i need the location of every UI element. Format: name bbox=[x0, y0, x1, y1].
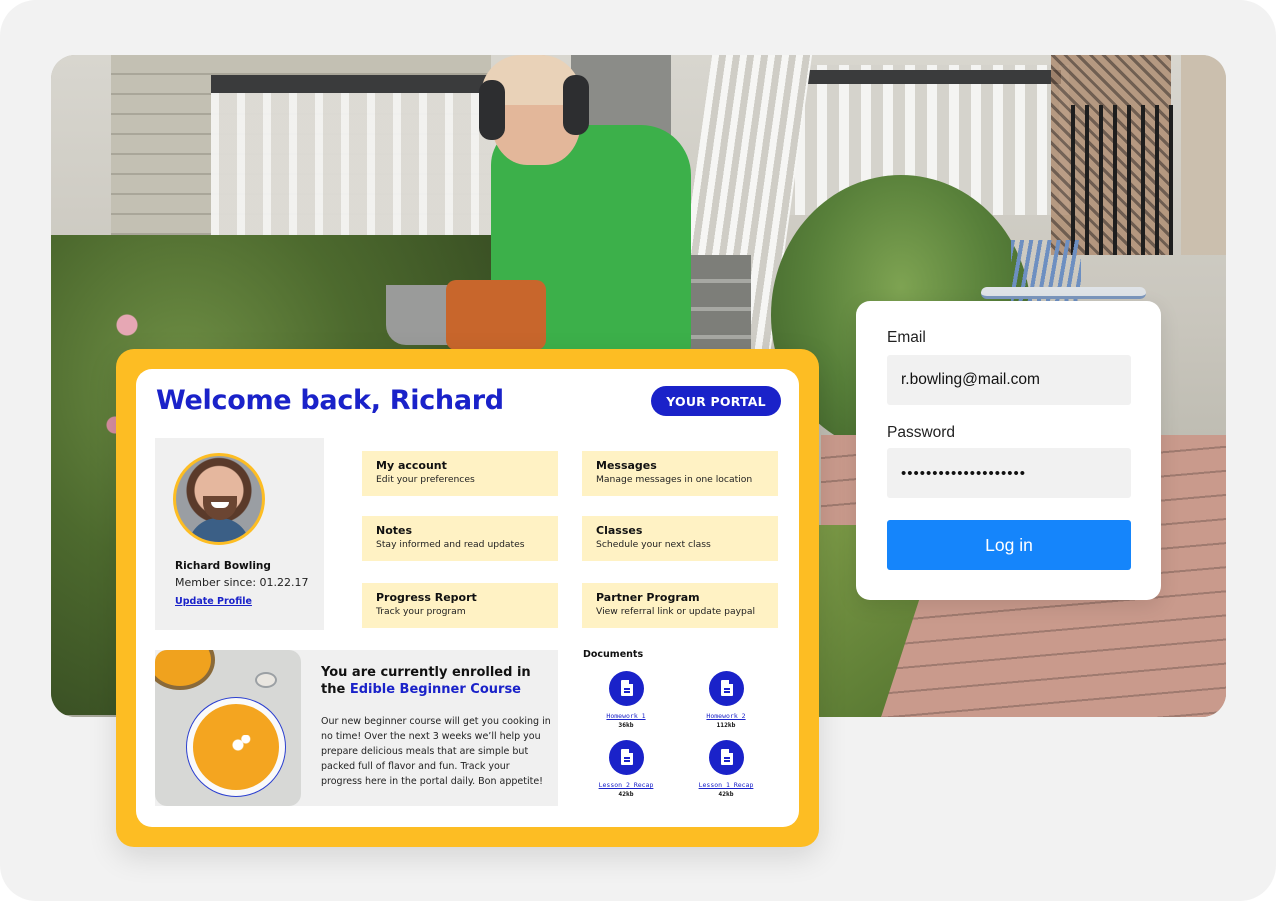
page-title: Welcome back, Richard bbox=[156, 385, 504, 416]
tile-title: Messages bbox=[596, 459, 657, 472]
avatar-beard bbox=[203, 496, 237, 520]
login-button[interactable]: Log in bbox=[887, 520, 1131, 570]
soup-bowl-small bbox=[155, 650, 215, 690]
document-link[interactable]: Lesson 1 Recap bbox=[681, 781, 771, 789]
tile-my-account[interactable]: My account Edit your preferences bbox=[362, 451, 558, 496]
document-lesson-2-recap[interactable]: Lesson 2 Recap 42kb bbox=[581, 740, 671, 798]
update-profile-link[interactable]: Update Profile bbox=[175, 596, 252, 607]
tile-subtitle: View referral link or update paypal bbox=[596, 606, 756, 617]
house-post bbox=[1181, 55, 1226, 255]
email-field[interactable] bbox=[887, 355, 1131, 405]
password-field[interactable] bbox=[887, 448, 1131, 498]
document-icon bbox=[708, 740, 744, 775]
document-size: 112kb bbox=[716, 722, 736, 729]
tile-title: My account bbox=[376, 459, 447, 472]
member-since: Member since: 01.22.17 bbox=[175, 576, 309, 589]
ear-protection-right bbox=[563, 75, 589, 135]
tile-subtitle: Stay informed and read updates bbox=[376, 539, 525, 550]
email-label: Email bbox=[887, 329, 926, 346]
tile-classes[interactable]: Classes Schedule your next class bbox=[582, 516, 778, 561]
spoon bbox=[255, 672, 277, 688]
tile-subtitle: Track your program bbox=[376, 606, 466, 617]
document-homework-1[interactable]: Homework 1 36kb bbox=[581, 671, 671, 729]
string-trimmer bbox=[446, 280, 546, 350]
document-size: 42kb bbox=[718, 791, 734, 798]
your-portal-badge[interactable]: YOUR PORTAL bbox=[651, 386, 781, 416]
portal-card: Welcome back, Richard YOUR PORTAL Richar… bbox=[116, 349, 819, 847]
profile-card: Richard Bowling Member since: 01.22.17 U… bbox=[155, 438, 324, 630]
document-size: 42kb bbox=[618, 791, 634, 798]
soup-garnish bbox=[225, 735, 251, 755]
document-link[interactable]: Lesson 2 Recap bbox=[581, 781, 671, 789]
profile-name: Richard Bowling bbox=[175, 560, 271, 572]
course-name: Edible Beginner Course bbox=[349, 682, 522, 697]
tile-title: Classes bbox=[596, 524, 643, 537]
document-lesson-1-recap[interactable]: Lesson 1 Recap 42kb bbox=[681, 740, 771, 798]
document-icon bbox=[608, 740, 644, 775]
document-size: 36kb bbox=[618, 722, 634, 729]
tile-partner-program[interactable]: Partner Program View referral link or up… bbox=[582, 583, 778, 628]
documents-title: Documents bbox=[583, 649, 644, 660]
document-icon bbox=[708, 671, 744, 706]
tile-title: Partner Program bbox=[596, 591, 700, 604]
enrollment-card: You are currently enrolled in the Edible… bbox=[155, 650, 558, 806]
tile-notes[interactable]: Notes Stay informed and read updates bbox=[362, 516, 558, 561]
login-card: Email Password Log in bbox=[856, 301, 1161, 600]
tile-progress-report[interactable]: Progress Report Track your program bbox=[362, 583, 558, 628]
document-link[interactable]: Homework 1 bbox=[581, 712, 671, 720]
document-link[interactable]: Homework 2 bbox=[681, 712, 771, 720]
portal-panel: Welcome back, Richard YOUR PORTAL Richar… bbox=[136, 369, 799, 827]
enrollment-title: You are currently enrolled in the Edible… bbox=[321, 664, 551, 698]
tile-subtitle: Schedule your next class bbox=[596, 539, 711, 550]
tile-subtitle: Edit your preferences bbox=[376, 474, 475, 485]
iron-gate bbox=[1061, 105, 1186, 255]
document-homework-2[interactable]: Homework 2 112kb bbox=[681, 671, 771, 729]
tile-title: Notes bbox=[376, 524, 413, 537]
avatar bbox=[173, 453, 265, 545]
tile-messages[interactable]: Messages Manage messages in one location bbox=[582, 451, 778, 496]
avatar-shirt bbox=[188, 518, 250, 542]
tile-title: Progress Report bbox=[376, 591, 477, 604]
tile-subtitle: Manage messages in one location bbox=[596, 474, 753, 485]
ear-protection-left bbox=[479, 80, 505, 140]
soup-image bbox=[155, 650, 301, 806]
enrollment-description: Our new beginner course will get you coo… bbox=[321, 716, 551, 787]
patio-table bbox=[981, 287, 1146, 299]
document-icon bbox=[608, 671, 644, 706]
password-label: Password bbox=[887, 424, 956, 441]
patio-chair bbox=[1011, 240, 1081, 310]
